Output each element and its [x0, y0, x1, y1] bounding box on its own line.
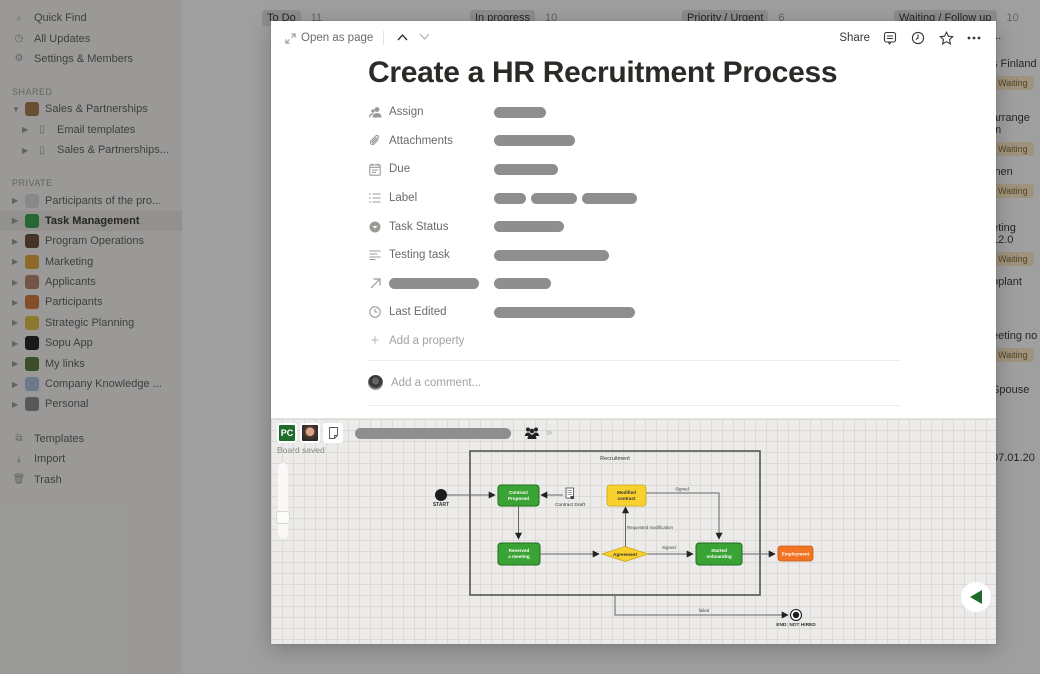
property-name: Last Edited [389, 306, 447, 319]
label-tag-redacted[interactable] [531, 192, 577, 204]
property-value-redacted[interactable] [494, 278, 551, 290]
node-label: Reserved a meeting [508, 548, 530, 559]
zoom-slider-thumb[interactable] [276, 511, 290, 524]
edge-modified-started [646, 492, 723, 540]
property-value-redacted[interactable] [494, 249, 609, 261]
favorite-star-icon[interactable] [938, 30, 954, 46]
more-options-icon[interactable] [966, 30, 982, 46]
zoom-slider-track[interactable] [278, 463, 288, 539]
list-icon [368, 191, 382, 205]
property-name: Attachments [389, 134, 453, 147]
property-value-redacted[interactable] [494, 135, 575, 147]
share-button[interactable]: Share [839, 32, 870, 44]
add-comment-row[interactable]: Add a comment... [368, 361, 900, 405]
comment-input[interactable]: Add a comment... [391, 377, 481, 389]
text-icon [368, 248, 382, 262]
clock-icon [368, 305, 382, 319]
team-members-icon[interactable] [524, 426, 540, 440]
relation-arrow-icon [368, 277, 382, 291]
edge-label: failed [699, 608, 710, 613]
property-label[interactable]: Label [368, 184, 900, 213]
property-name-redacted [389, 278, 479, 290]
property-due[interactable]: Due [368, 155, 900, 184]
edge-label: Requested modification [627, 525, 673, 530]
property-task-status[interactable]: Task Status [368, 212, 900, 241]
embedded-diagram-board[interactable]: Recruitment START Contract Proposed Contr… [271, 418, 996, 644]
property-attachments[interactable]: Attachments [368, 127, 900, 156]
previous-page-button[interactable] [394, 32, 410, 44]
document-icon [328, 427, 338, 439]
property-relation[interactable] [368, 270, 900, 299]
property-list: Assign Attachments Due Label Task Status [368, 98, 900, 327]
chevron-up-icon [397, 33, 408, 41]
label-tag-redacted[interactable] [582, 192, 637, 204]
board-toolbar: PC » [277, 423, 552, 443]
property-value-redacted[interactable] [494, 106, 546, 118]
label-tag-redacted[interactable] [494, 192, 526, 204]
property-name: Label [389, 192, 418, 205]
start-label: START [433, 502, 449, 508]
status-icon [368, 220, 382, 234]
plus-icon: + [370, 332, 380, 350]
board-title-redacted[interactable] [355, 427, 511, 439]
document-button[interactable] [323, 423, 343, 443]
task-peek-modal: Open as page Share Create a HR Recruitme… [271, 21, 996, 644]
divider [383, 31, 385, 45]
container-label: Recruitment [600, 456, 630, 462]
recruitment-diagram: Recruitment START Contract Proposed Contr… [433, 450, 816, 628]
property-testing-task[interactable]: Testing task [368, 241, 900, 270]
comments-icon[interactable] [882, 30, 898, 46]
back-button[interactable] [961, 582, 991, 612]
property-value-redacted[interactable] [494, 221, 564, 233]
node-label: Agreement [613, 552, 637, 557]
start-node[interactable] [435, 489, 447, 501]
expand-chevrons-icon[interactable]: » [546, 427, 552, 439]
page-content: Create a HR Recruitment Process Assign A… [271, 55, 996, 406]
property-last-edited[interactable]: Last Edited [368, 298, 900, 327]
node-label: Modified contract [617, 490, 636, 501]
end-node-core [792, 611, 800, 619]
triangle-left-icon [970, 590, 982, 604]
property-value-redacted[interactable] [494, 163, 558, 175]
chevron-down-icon [419, 33, 430, 40]
node-label: Employment [782, 552, 810, 557]
contract-draft-doc-icon[interactable] [565, 487, 574, 499]
modal-topbar: Open as page Share [271, 21, 996, 55]
user-badge-pc[interactable]: PC [277, 423, 297, 443]
expand-icon [285, 32, 296, 44]
property-assign[interactable]: Assign [368, 98, 900, 127]
recruitment-container[interactable] [469, 450, 761, 596]
history-clock-icon[interactable] [910, 30, 926, 46]
property-name: Task Status [389, 220, 449, 233]
contract-draft-label: Contract Draft [555, 502, 586, 508]
paperclip-icon [368, 134, 382, 148]
edge-label: Signed [662, 545, 676, 550]
divider [368, 404, 900, 406]
add-property-button[interactable]: + Add a property [368, 327, 900, 355]
open-as-page-button[interactable]: Open as page [285, 32, 373, 44]
next-page-button[interactable] [416, 32, 432, 44]
page-title[interactable]: Create a HR Recruitment Process [368, 55, 900, 95]
calendar-icon [368, 162, 382, 176]
edge-label: Signed [675, 487, 689, 492]
node-label: Contract Proposed [508, 490, 529, 501]
property-name: Assign [389, 106, 424, 119]
collaborator-avatar[interactable] [300, 423, 320, 443]
end-label: END: NOT HIRED [776, 622, 816, 628]
property-name: Due [389, 163, 411, 176]
save-status: Board saved [277, 445, 325, 455]
property-name: Testing task [389, 249, 450, 262]
avatar [368, 375, 383, 391]
people-icon [368, 105, 382, 119]
property-value-redacted[interactable] [494, 306, 635, 318]
